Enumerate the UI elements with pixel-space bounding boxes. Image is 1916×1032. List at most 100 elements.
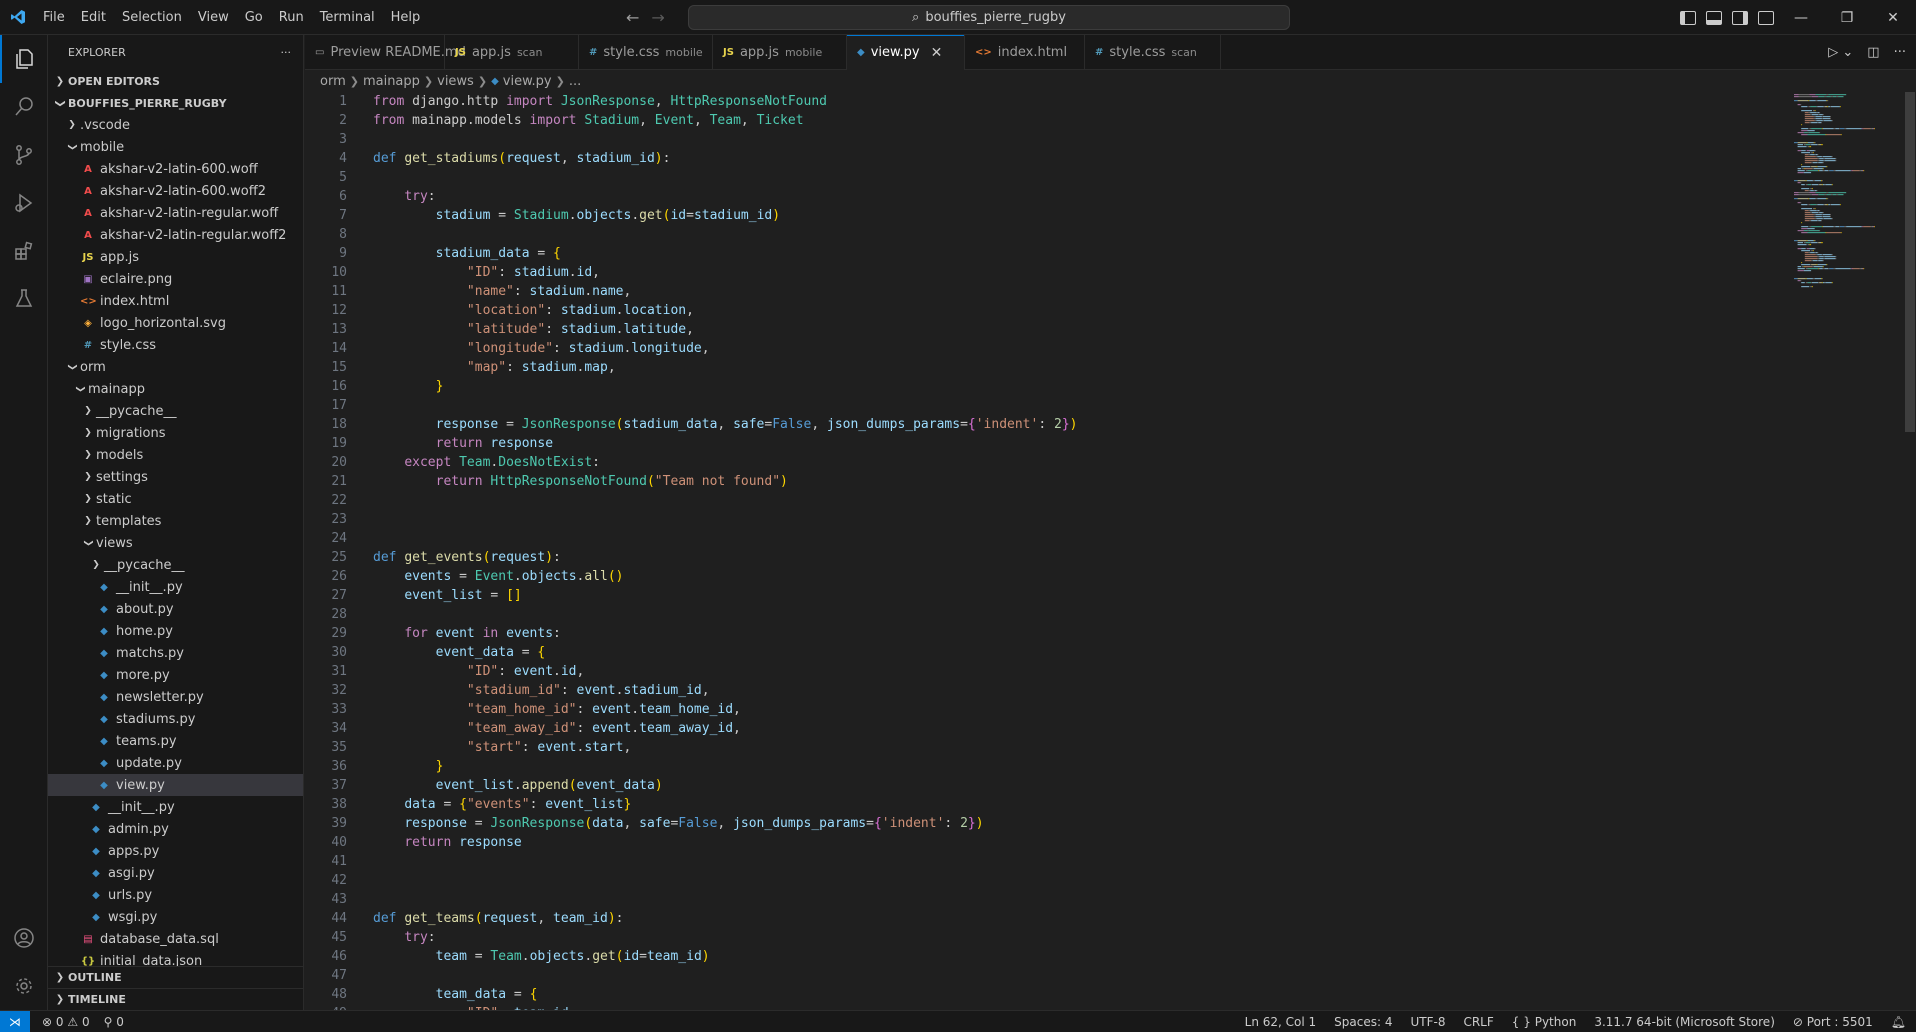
outline-section[interactable]: ❯ OUTLINE: [48, 966, 303, 988]
breadcrumb-item[interactable]: views: [437, 74, 474, 89]
vscode-logo-icon[interactable]: [0, 0, 35, 35]
tree-item[interactable]: ◆ update.py: [48, 752, 303, 774]
more-actions-icon[interactable]: ···: [1894, 45, 1906, 60]
tree-item[interactable]: ❯ views: [48, 532, 303, 554]
tree-item[interactable]: # style.css: [48, 334, 303, 356]
accounts-icon[interactable]: [0, 914, 48, 962]
menu-file[interactable]: File: [35, 0, 73, 35]
indentation[interactable]: Spaces: 4: [1334, 1015, 1392, 1029]
tree-item[interactable]: ❯ migrations: [48, 422, 303, 444]
source-control-icon[interactable]: [0, 131, 48, 179]
language-mode[interactable]: { } Python: [1512, 1015, 1577, 1029]
timeline-section[interactable]: ❯ TIMELINE: [48, 988, 303, 1010]
tree-item[interactable]: ▣ eclaire.png: [48, 268, 303, 290]
tree-item[interactable]: JS app.js: [48, 246, 303, 268]
extensions-icon[interactable]: [0, 227, 48, 275]
tree-item[interactable]: ◆ apps.py: [48, 840, 303, 862]
run-debug-icon[interactable]: [0, 179, 48, 227]
tree-item[interactable]: ▤ database_data.sql: [48, 928, 303, 950]
tree-item[interactable]: ❯ settings: [48, 466, 303, 488]
tree-item[interactable]: ◆ urls.py: [48, 884, 303, 906]
tree-item[interactable]: ◆ more.py: [48, 664, 303, 686]
project-section[interactable]: ❯ BOUFFIES_PIERRE_RUGBY: [48, 92, 303, 114]
menu-selection[interactable]: Selection: [114, 0, 190, 35]
tree-item[interactable]: ◆ newsletter.py: [48, 686, 303, 708]
scrollbar-thumb[interactable]: [1905, 92, 1915, 432]
explorer-icon[interactable]: [0, 35, 48, 83]
tree-item[interactable]: ◈ logo_horizontal.svg: [48, 312, 303, 334]
remote-indicator-icon[interactable]: ⋊: [0, 1010, 30, 1032]
toggle-panel-icon[interactable]: [1706, 10, 1722, 25]
tree-item[interactable]: ❯ __pycache__: [48, 554, 303, 576]
menu-view[interactable]: View: [190, 0, 237, 35]
menu-terminal[interactable]: Terminal: [312, 0, 383, 35]
tree-item[interactable]: Aakshar-v2-latin-600.woff2: [48, 180, 303, 202]
tree-item[interactable]: ◆ about.py: [48, 598, 303, 620]
code-editor[interactable]: 1 from django.http import JsonResponse, H…: [305, 92, 1805, 1010]
menu-run[interactable]: Run: [271, 0, 312, 35]
tree-item[interactable]: ◆ stadiums.py: [48, 708, 303, 730]
tree-item[interactable]: ◆ wsgi.py: [48, 906, 303, 928]
minimize-button[interactable]: —: [1778, 0, 1824, 35]
search-icon[interactable]: [0, 83, 48, 131]
testing-icon[interactable]: [0, 275, 48, 323]
tree-item[interactable]: ❯ orm: [48, 356, 303, 378]
tab-index-html[interactable]: <> index.html: [965, 35, 1085, 70]
tree-item[interactable]: ◆ asgi.py: [48, 862, 303, 884]
back-arrow-icon[interactable]: ←: [626, 8, 639, 27]
minimap[interactable]: [1790, 92, 1902, 1010]
manage-gear-icon[interactable]: [0, 962, 48, 1010]
tab-style-css[interactable]: # style.css mobile: [579, 35, 713, 70]
tree-item[interactable]: Aakshar-v2-latin-regular.woff2: [48, 224, 303, 246]
breadcrumb-item[interactable]: view.py: [503, 74, 552, 89]
run-python-file-icon[interactable]: ▷ ⌄: [1828, 45, 1853, 60]
forward-arrow-icon[interactable]: →: [651, 8, 664, 27]
ports-indicator[interactable]: ⚲ 0: [104, 1015, 124, 1029]
tree-item[interactable]: ◆ teams.py: [48, 730, 303, 752]
breadcrumb-item[interactable]: mainapp: [363, 74, 420, 89]
tab-view-py[interactable]: ◆ view.py ✕: [847, 35, 965, 70]
tree-item[interactable]: <> index.html: [48, 290, 303, 312]
tree-item[interactable]: ❯ .vscode: [48, 114, 303, 136]
encoding[interactable]: UTF-8: [1410, 1015, 1445, 1029]
end-of-line[interactable]: CRLF: [1463, 1015, 1493, 1029]
tree-item[interactable]: ◆ matchs.py: [48, 642, 303, 664]
menu-go[interactable]: Go: [237, 0, 271, 35]
vertical-scrollbar[interactable]: [1902, 92, 1916, 1010]
toggle-secondary-sidebar-icon[interactable]: [1732, 10, 1748, 25]
open-editors-section[interactable]: ❯ OPEN EDITORS: [48, 70, 303, 92]
tree-item[interactable]: ◆ __init__.py: [48, 796, 303, 818]
cursor-position[interactable]: Ln 62, Col 1: [1245, 1015, 1317, 1029]
tree-item[interactable]: ◆ admin.py: [48, 818, 303, 840]
breadcrumb-item[interactable]: orm: [320, 74, 346, 89]
tree-item[interactable]: ❯ models: [48, 444, 303, 466]
problems-indicator[interactable]: ⊗ 0 ⚠ 0: [42, 1015, 90, 1029]
tree-item[interactable]: ❯ mainapp: [48, 378, 303, 400]
tab-preview-readme-md[interactable]: ▭ Preview README.md: [305, 35, 466, 70]
tree-item[interactable]: ❯ __pycache__: [48, 400, 303, 422]
toggle-primary-sidebar-icon[interactable]: [1680, 10, 1696, 25]
tab-app-js[interactable]: JS app.js scan: [445, 35, 579, 70]
notifications-bell-icon[interactable]: 🔔︎: [1891, 1015, 1906, 1029]
close-tab-icon[interactable]: ✕: [930, 45, 944, 61]
live-server-port[interactable]: ⊘ Port : 5501: [1793, 1015, 1873, 1029]
customize-layout-icon[interactable]: [1758, 10, 1774, 25]
more-actions-icon[interactable]: ···: [281, 46, 292, 59]
tree-item[interactable]: ❯ static: [48, 488, 303, 510]
tree-item[interactable]: ◆ view.py: [48, 774, 303, 796]
tree-item[interactable]: ❯ templates: [48, 510, 303, 532]
breadcrumb-item[interactable]: ...: [569, 74, 581, 89]
tree-item[interactable]: Aakshar-v2-latin-600.woff: [48, 158, 303, 180]
menu-edit[interactable]: Edit: [73, 0, 114, 35]
command-center-search[interactable]: ⌕ bouffies_pierre_rugby: [688, 5, 1290, 30]
restore-button[interactable]: ❐: [1824, 0, 1870, 35]
menu-help[interactable]: Help: [383, 0, 429, 35]
split-editor-icon[interactable]: ◫: [1867, 45, 1879, 60]
tab-app-js[interactable]: JS app.js mobile: [713, 35, 847, 70]
python-interpreter[interactable]: 3.11.7 64-bit (Microsoft Store): [1594, 1015, 1775, 1029]
tab-style-css[interactable]: # style.css scan: [1085, 35, 1221, 70]
tree-item[interactable]: Aakshar-v2-latin-regular.woff: [48, 202, 303, 224]
tree-item[interactable]: ❯ mobile: [48, 136, 303, 158]
close-button[interactable]: ✕: [1870, 0, 1916, 35]
tree-item[interactable]: ◆ home.py: [48, 620, 303, 642]
